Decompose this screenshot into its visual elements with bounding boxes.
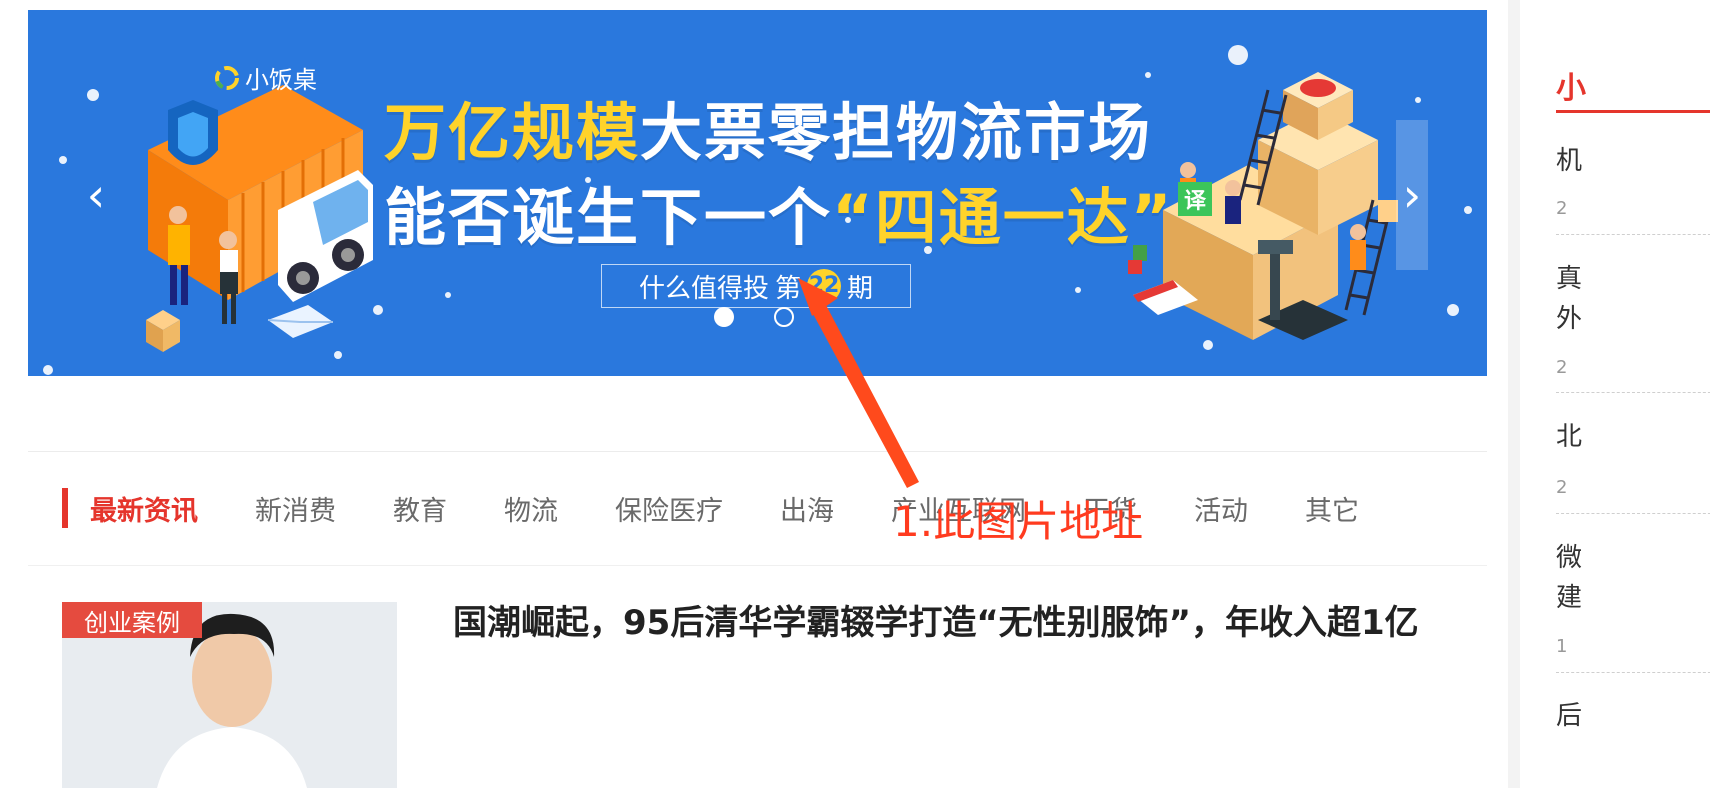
headline-text: 大票零担物流市场 [640,96,1153,169]
issue-di: 第 [774,273,801,304]
banner-carousel[interactable]: 小饭桌 万亿规模大票零担物流市场 能否诞生下一个“四通一达” 什么值得投 第 22… [28,10,1487,376]
issue-label: 什么值得投 第 22 期 [601,264,911,308]
issue-number: 22 [807,269,841,303]
issue-prefix: 什么值得投 [638,273,769,304]
issue-suffix: 期 [847,273,874,304]
category-nav: 最新资讯 新消费 教育 物流 保险医疗 出海 产业互联网 干货 活动 其它 [62,486,1416,530]
tab-logistics[interactable]: 物流 [504,489,558,528]
brand-name: 小饭桌 [245,66,317,94]
headline-highlight: “四通一达” [832,181,1174,254]
category-accent-bar [62,488,68,528]
tab-going-overseas[interactable]: 出海 [780,489,834,528]
sidebar-item-1-date: 2 [1556,198,1568,219]
main-content: 小饭桌 万亿规模大票零担物流市场 能否诞生下一个“四通一达” 什么值得投 第 22… [0,0,1508,788]
translate-badge[interactable]: 译 [1178,182,1212,216]
tab-latest-news[interactable]: 最新资讯 [90,489,198,528]
carousel-dot-2[interactable] [774,307,794,327]
sidebar-item-4-date: 1 [1556,636,1568,657]
brand-logo: 小饭桌 [213,60,317,95]
sidebar-item-2-date: 2 [1556,357,1568,378]
tab-insurance-healthcare[interactable]: 保险医疗 [615,489,723,528]
sidebar-item-1[interactable]: 机 [1556,140,1710,177]
chevron-right-icon: › [1402,168,1422,222]
article-category-tag: 创业案例 [62,602,202,638]
article-title[interactable]: 国潮崛起，95后清华学霸辍学打造“无性别服饰”，年收入超1亿 [453,600,1453,647]
sidebar-separator [1556,513,1710,514]
tab-new-consumption[interactable]: 新消费 [255,489,336,528]
sidebar-separator [1556,392,1710,393]
headline-highlight: 万亿规模 [384,96,641,169]
banner-headline-line2: 能否诞生下一个“四通一达” [384,167,1174,257]
annotation-label: 1.此图片地址 [893,497,1144,546]
layout-gap [1508,0,1520,788]
brand-mark-icon [215,65,239,90]
tab-education[interactable]: 教育 [393,489,447,528]
sidebar-title-underline [1556,110,1710,113]
sidebar-separator [1556,234,1710,235]
sidebar-item-2-line2[interactable]: 外 [1556,298,1710,335]
tab-other[interactable]: 其它 [1305,489,1359,528]
sidebar-item-5[interactable]: 后 [1556,695,1710,732]
sidebar-separator [1556,672,1710,673]
headline-text: 能否诞生下一个 [384,181,833,254]
sidebar-item-3-date: 2 [1556,477,1568,498]
right-sidebar: 小 机 2 真 外 2 北 2 微 建 1 后 [1520,0,1710,788]
sidebar-item-3[interactable]: 北 [1556,416,1710,453]
sidebar-item-4[interactable]: 微 [1556,537,1710,574]
tab-events[interactable]: 活动 [1194,489,1248,528]
section-divider [28,451,1487,452]
sidebar-item-4-line2[interactable]: 建 [1556,577,1710,614]
carousel-dot-1[interactable] [714,307,734,327]
section-divider [28,565,1487,566]
sidebar-title: 小 [1556,71,1586,106]
sidebar-item-2[interactable]: 真 [1556,258,1710,295]
chevron-left-icon: ‹ [86,168,106,222]
carousel-next-button[interactable]: › [1396,120,1428,270]
carousel-prev-button[interactable]: ‹ [80,120,112,270]
article-thumbnail[interactable]: 创业案例 [62,602,397,788]
banner-headline-line1: 万亿规模大票零担物流市场 [384,82,1152,172]
